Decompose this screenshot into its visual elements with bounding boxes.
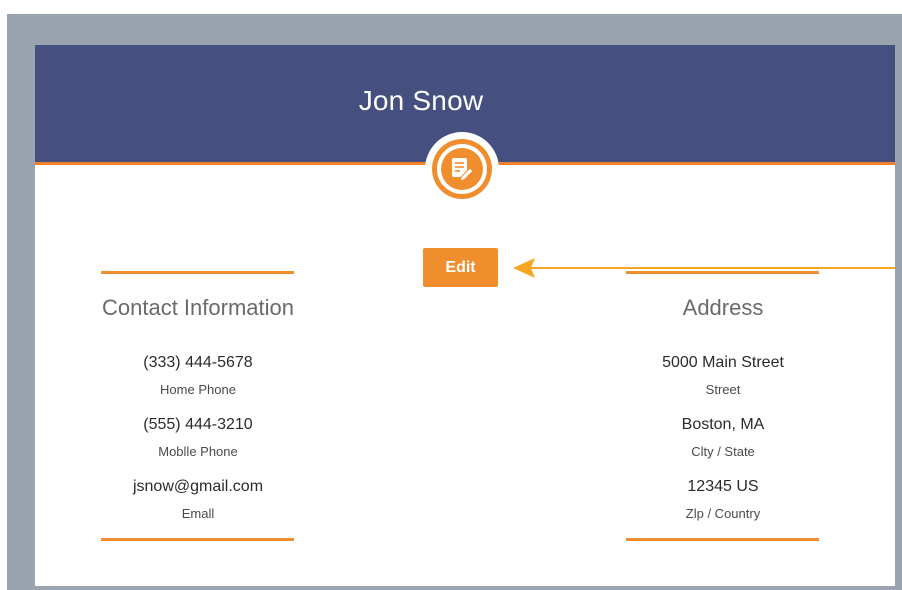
profile-badge bbox=[425, 132, 499, 206]
profile-card: Jon Snow Edit Contact Information (333) … bbox=[35, 45, 895, 586]
email-label: Emall bbox=[181, 506, 215, 521]
contact-top-rule bbox=[101, 271, 294, 274]
street-value: 5000 Main Street bbox=[662, 354, 784, 371]
edit-button[interactable]: Edit bbox=[423, 248, 498, 287]
city-state-label: Clty / State bbox=[691, 444, 755, 459]
address-bottom-rule bbox=[626, 538, 819, 541]
zip-country-label: Zlp / Country bbox=[685, 506, 761, 521]
contact-bottom-rule bbox=[101, 538, 294, 541]
page-frame: Jon Snow Edit Contact Information (333) … bbox=[7, 14, 902, 590]
address-top-rule bbox=[626, 271, 819, 274]
zip-country-value: 12345 US bbox=[687, 478, 759, 495]
city-state-value: Boston, MA bbox=[681, 416, 765, 433]
contact-section-title: Contact Information bbox=[102, 295, 294, 320]
home-phone-label: Home Phone bbox=[160, 382, 236, 397]
email-value: jsnow@gmail.com bbox=[132, 478, 264, 495]
profile-name: Jon Snow bbox=[358, 85, 484, 116]
mobile-phone-value: (555) 444-3210 bbox=[143, 416, 253, 433]
arrow-pointer-icon bbox=[513, 258, 895, 278]
street-label: Street bbox=[705, 382, 741, 397]
edit-note-icon bbox=[452, 158, 474, 182]
address-section-title: Address bbox=[682, 295, 764, 320]
home-phone-value: (333) 444-5678 bbox=[143, 354, 253, 371]
mobile-phone-label: Moblle Phone bbox=[158, 444, 238, 459]
